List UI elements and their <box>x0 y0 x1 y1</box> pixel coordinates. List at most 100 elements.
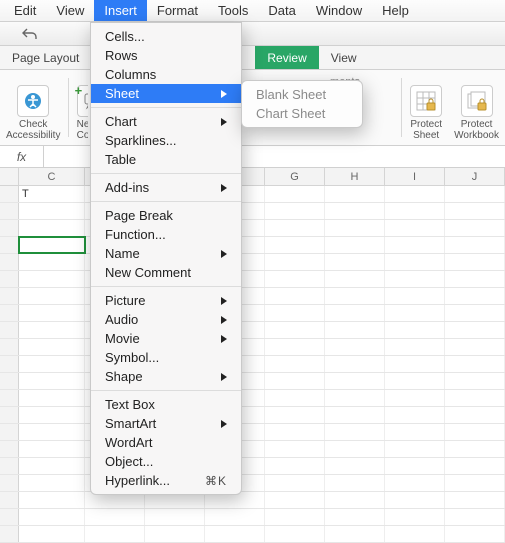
submenu-blank-sheet[interactable]: Blank Sheet <box>242 85 362 104</box>
cell[interactable] <box>265 322 325 338</box>
cell[interactable] <box>265 509 325 525</box>
cell[interactable] <box>445 441 505 457</box>
cell[interactable] <box>385 356 445 372</box>
cell[interactable] <box>265 441 325 457</box>
col-header[interactable]: I <box>385 168 445 185</box>
protect-workbook-button[interactable]: Protect Workbook <box>448 70 505 145</box>
cell[interactable] <box>325 407 385 423</box>
menu-item-sheet[interactable]: Sheet <box>91 84 241 103</box>
row-header[interactable] <box>0 526 19 542</box>
cell[interactable] <box>325 526 385 542</box>
cell[interactable] <box>445 407 505 423</box>
cell[interactable] <box>445 492 505 508</box>
new-comment-button[interactable]: + New Comment <box>71 70 88 145</box>
row-header[interactable] <box>0 186 19 202</box>
row-header[interactable] <box>0 424 19 440</box>
cell[interactable] <box>325 237 385 253</box>
cell[interactable] <box>265 339 325 355</box>
row-header[interactable] <box>0 441 19 457</box>
row-header[interactable] <box>0 322 19 338</box>
cell[interactable] <box>325 356 385 372</box>
col-header[interactable]: H <box>325 168 385 185</box>
cell[interactable] <box>265 356 325 372</box>
cell[interactable] <box>385 373 445 389</box>
menu-item-page-break[interactable]: Page Break <box>91 206 241 225</box>
cell[interactable] <box>19 509 85 525</box>
cell[interactable] <box>385 305 445 321</box>
cell[interactable] <box>445 237 505 253</box>
cell[interactable] <box>445 356 505 372</box>
menu-item-object[interactable]: Object... <box>91 452 241 471</box>
menu-item-text-box[interactable]: Text Box <box>91 395 241 414</box>
cell[interactable] <box>385 254 445 270</box>
cell[interactable] <box>385 237 445 253</box>
cell[interactable] <box>19 322 85 338</box>
cell[interactable] <box>19 458 85 474</box>
cell[interactable] <box>19 526 85 542</box>
menu-view[interactable]: View <box>46 0 94 21</box>
cell[interactable] <box>325 271 385 287</box>
row-header[interactable] <box>0 458 19 474</box>
menu-item-sparklines[interactable]: Sparklines... <box>91 131 241 150</box>
cell[interactable] <box>445 186 505 202</box>
cell[interactable] <box>265 203 325 219</box>
cell[interactable] <box>85 509 145 525</box>
menu-item-movie[interactable]: Movie <box>91 329 241 348</box>
menu-tools[interactable]: Tools <box>208 0 258 21</box>
cell[interactable] <box>445 203 505 219</box>
cell[interactable] <box>385 492 445 508</box>
cell[interactable] <box>325 254 385 270</box>
cell[interactable] <box>19 475 85 491</box>
cell[interactable] <box>19 373 85 389</box>
cell[interactable] <box>265 526 325 542</box>
check-accessibility-button[interactable]: Check Accessibility <box>0 70 66 145</box>
col-header[interactable]: C <box>19 168 85 185</box>
cell[interactable] <box>265 237 325 253</box>
menu-item-rows[interactable]: Rows <box>91 46 241 65</box>
menu-window[interactable]: Window <box>306 0 372 21</box>
menu-item-new-comment[interactable]: New Comment <box>91 263 241 282</box>
row-header[interactable] <box>0 356 19 372</box>
row-header[interactable] <box>0 492 19 508</box>
row-header[interactable] <box>0 254 19 270</box>
menu-item-shape[interactable]: Shape <box>91 367 241 386</box>
cell[interactable] <box>445 424 505 440</box>
cell[interactable] <box>265 475 325 491</box>
row-header[interactable] <box>0 305 19 321</box>
menu-format[interactable]: Format <box>147 0 208 21</box>
menu-item-chart[interactable]: Chart <box>91 112 241 131</box>
cell[interactable] <box>265 271 325 287</box>
menu-item-smartart[interactable]: SmartArt <box>91 414 241 433</box>
cell[interactable] <box>85 526 145 542</box>
menu-data[interactable]: Data <box>258 0 305 21</box>
cell[interactable] <box>19 203 85 219</box>
spreadsheet-grid[interactable]: C D E F G H I J T <box>0 168 505 543</box>
menu-item-function[interactable]: Function... <box>91 225 241 244</box>
cell[interactable] <box>385 475 445 491</box>
row-header[interactable] <box>0 373 19 389</box>
cell[interactable] <box>205 526 265 542</box>
cell[interactable] <box>325 322 385 338</box>
cell[interactable] <box>385 186 445 202</box>
cell[interactable] <box>445 305 505 321</box>
cell[interactable] <box>145 509 205 525</box>
cell[interactable] <box>19 254 85 270</box>
cell[interactable] <box>325 441 385 457</box>
cell[interactable] <box>445 475 505 491</box>
cell[interactable] <box>265 458 325 474</box>
row-header[interactable] <box>0 339 19 355</box>
cell[interactable] <box>19 407 85 423</box>
cell[interactable] <box>385 339 445 355</box>
col-header[interactable]: G <box>265 168 325 185</box>
row-header[interactable] <box>0 237 19 253</box>
menu-item-table[interactable]: Table <box>91 150 241 169</box>
cell[interactable] <box>265 424 325 440</box>
cell[interactable] <box>445 254 505 270</box>
undo-icon[interactable] <box>22 26 38 42</box>
submenu-chart-sheet[interactable]: Chart Sheet <box>242 104 362 123</box>
cell[interactable] <box>385 322 445 338</box>
cell[interactable] <box>19 288 85 304</box>
tab-view[interactable]: View <box>319 46 369 69</box>
menu-item-audio[interactable]: Audio <box>91 310 241 329</box>
tab-page-layout[interactable]: Page Layout <box>0 46 91 69</box>
